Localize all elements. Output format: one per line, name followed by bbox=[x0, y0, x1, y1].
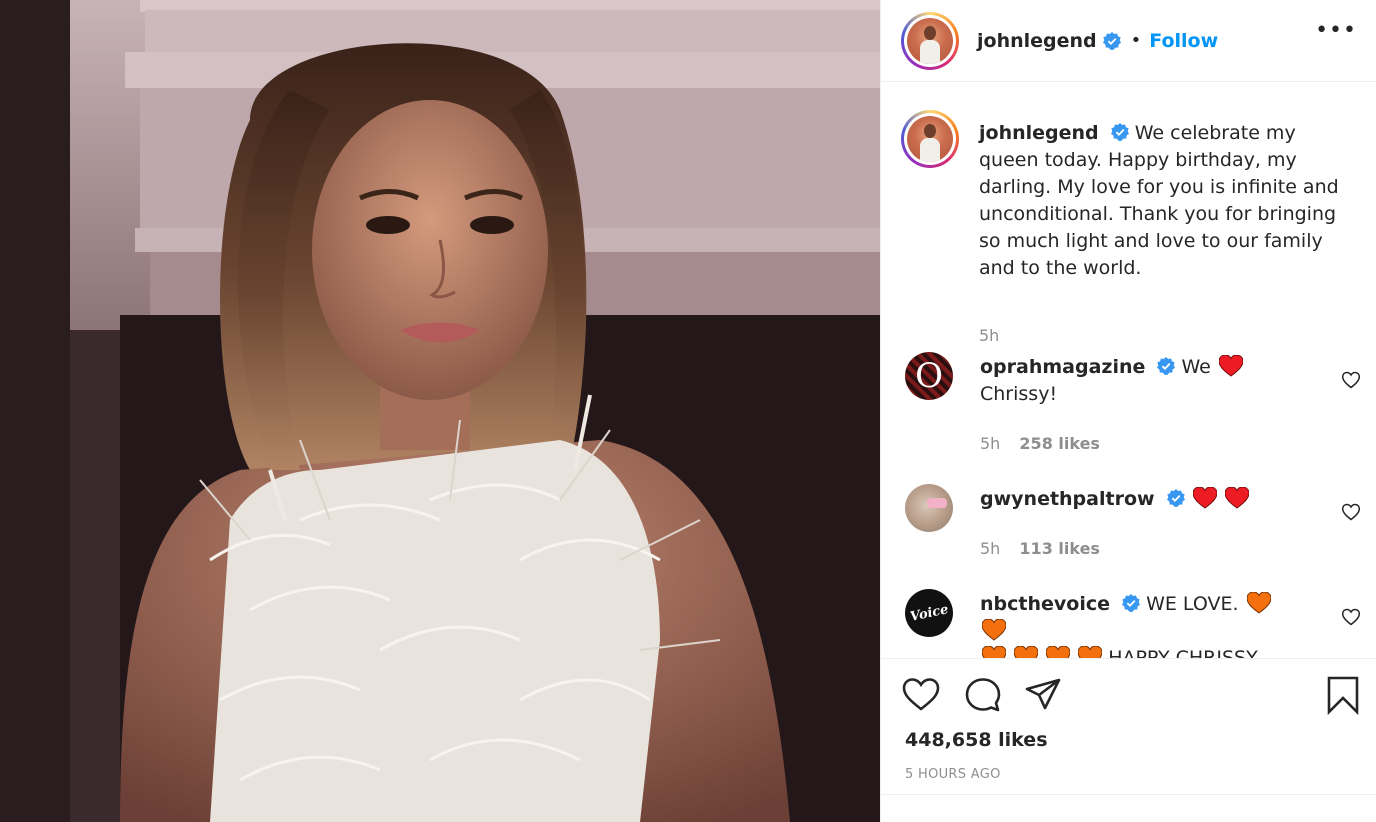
commenter-avatar[interactable]: O bbox=[905, 352, 953, 400]
comment-likes[interactable]: 113 likes bbox=[1019, 539, 1100, 558]
like-comment-heart-icon[interactable] bbox=[1341, 607, 1361, 627]
comment-text: We bbox=[1181, 356, 1211, 378]
red-heart-emoji bbox=[1218, 355, 1243, 377]
comment-text-continued: Chrissy! bbox=[980, 383, 1058, 405]
verified-badge-icon bbox=[1102, 31, 1121, 50]
orange-heart-emoji bbox=[982, 646, 1006, 658]
comment-likes[interactable]: 258 likes bbox=[1019, 434, 1100, 453]
caption-text: We celebrate my queen today. Happy birth… bbox=[979, 122, 1339, 279]
portrait-image bbox=[0, 0, 880, 822]
comment-text: WE LOVE. bbox=[1146, 593, 1239, 615]
orange-heart-emoji bbox=[1246, 592, 1271, 614]
header-separator: • bbox=[1130, 30, 1142, 51]
like-comment-heart-icon[interactable] bbox=[1341, 370, 1361, 390]
orange-heart-emoji bbox=[1078, 646, 1103, 658]
red-heart-emoji bbox=[1224, 487, 1249, 509]
post-timestamp[interactable]: 5 HOURS AGO bbox=[905, 767, 1001, 782]
post-details-panel: johnlegend • Follow ••• johnlegend We ce… bbox=[880, 0, 1376, 822]
caption-avatar[interactable] bbox=[901, 110, 959, 168]
heart-outline-icon[interactable] bbox=[901, 675, 941, 715]
comments-section[interactable]: johnlegend We celebrate my queen today. … bbox=[881, 82, 1376, 658]
verified-badge-icon bbox=[1166, 489, 1185, 507]
commenter-avatar[interactable] bbox=[905, 484, 953, 532]
comment-username[interactable]: gwynethpaltrow bbox=[980, 488, 1155, 510]
orange-heart-emoji bbox=[1014, 646, 1039, 658]
post-header: johnlegend • Follow ••• bbox=[881, 0, 1376, 82]
verified-badge-icon bbox=[1110, 123, 1129, 141]
verified-badge-icon bbox=[1122, 594, 1141, 612]
comment-username[interactable]: oprahmagazine bbox=[980, 356, 1145, 378]
instagram-post: johnlegend • Follow ••• johnlegend We ce… bbox=[0, 0, 1376, 822]
orange-heart-emoji bbox=[982, 619, 1006, 641]
share-icon[interactable] bbox=[1023, 675, 1063, 715]
comment-icon[interactable] bbox=[963, 675, 1003, 715]
follow-button[interactable]: Follow bbox=[1149, 30, 1218, 52]
author-username[interactable]: johnlegend bbox=[977, 30, 1097, 52]
verified-badge-icon bbox=[1157, 357, 1176, 375]
author-avatar[interactable] bbox=[901, 11, 959, 70]
like-comment-heart-icon[interactable] bbox=[1341, 502, 1361, 522]
likes-count[interactable]: 448,658 likes bbox=[905, 729, 1048, 751]
bookmark-icon[interactable] bbox=[1323, 675, 1363, 715]
caption-time[interactable]: 5h bbox=[979, 326, 999, 345]
divider bbox=[881, 794, 1376, 795]
comment-text-continued: HAPPY CHRISSY bbox=[1108, 647, 1258, 658]
post-actions: 448,658 likes 5 HOURS AGO bbox=[881, 658, 1376, 822]
commenter-avatar[interactable]: Voice bbox=[905, 589, 953, 637]
comment-time[interactable]: 5h bbox=[980, 539, 1000, 558]
post-photo[interactable] bbox=[0, 0, 880, 822]
red-heart-emoji bbox=[1192, 487, 1217, 509]
more-options-icon[interactable]: ••• bbox=[1315, 18, 1357, 43]
comment-username[interactable]: nbcthevoice bbox=[980, 593, 1110, 615]
comment-time[interactable]: 5h bbox=[980, 434, 1000, 453]
caption-username[interactable]: johnlegend bbox=[979, 122, 1099, 144]
orange-heart-emoji bbox=[1046, 646, 1071, 658]
